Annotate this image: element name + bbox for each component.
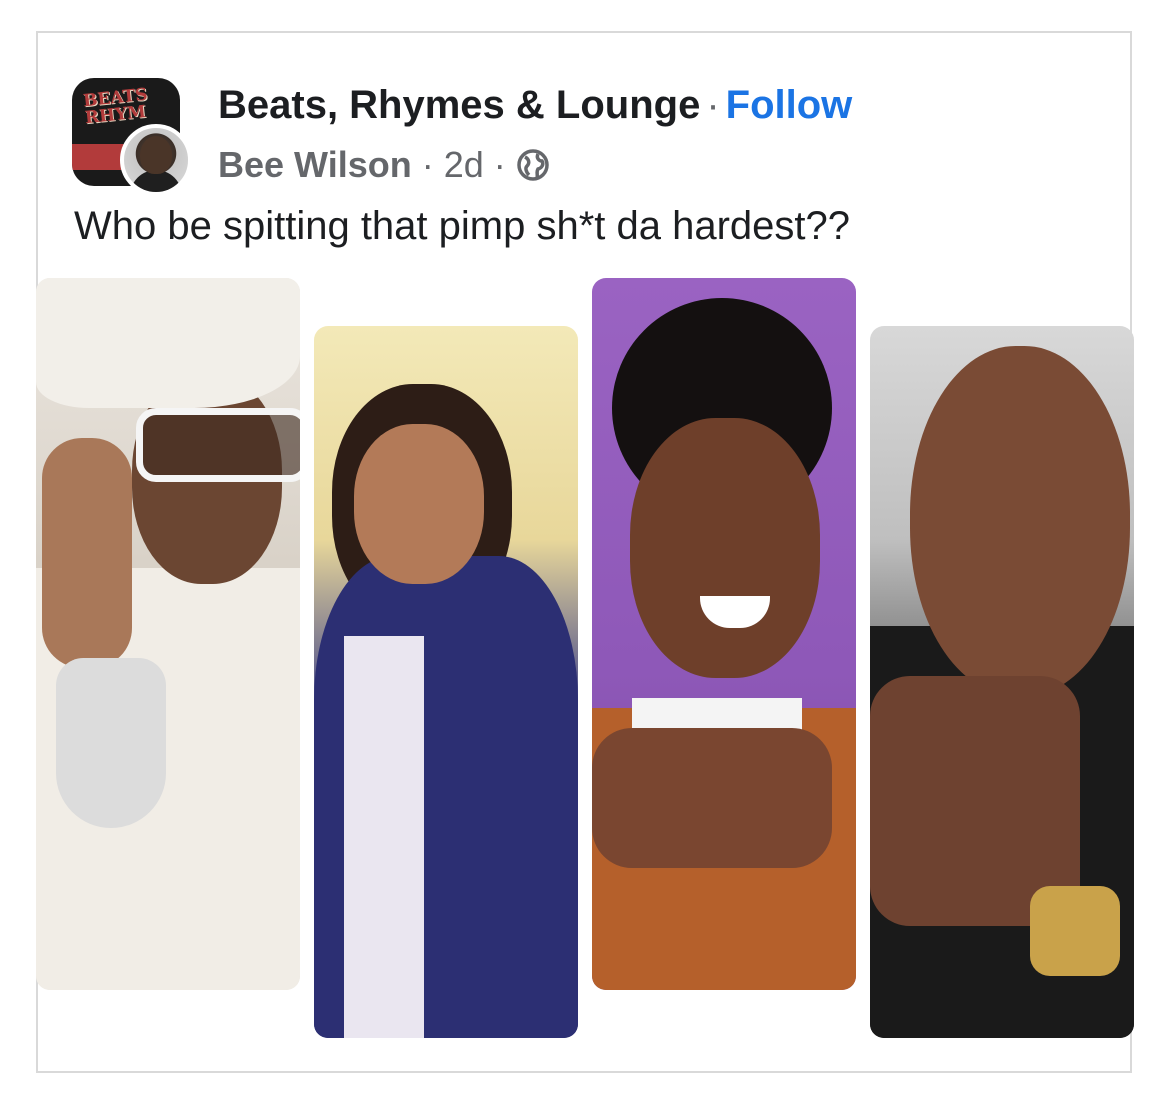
photo-1-glasses — [136, 408, 300, 482]
globe-icon — [516, 148, 550, 182]
photo-4-head — [910, 346, 1130, 696]
post-timestamp[interactable]: 2d — [444, 144, 484, 186]
avatar-face — [140, 136, 172, 174]
photo-1-hat — [36, 278, 300, 408]
photo-2-face — [354, 424, 484, 584]
page-name-link[interactable]: Beats, Rhymes & Lounge — [218, 83, 700, 127]
header-separator: · — [706, 83, 720, 127]
post-text: Who be spitting that pimp sh*t da hardes… — [74, 204, 851, 248]
photo-3[interactable] — [592, 278, 856, 990]
meta-separator-2: · — [493, 144, 506, 185]
photo-1-chain — [56, 658, 166, 828]
photo-4-watch — [1030, 886, 1120, 976]
photo-3-face — [630, 418, 820, 678]
photo-1-hand — [42, 438, 132, 668]
photo-1[interactable] — [36, 278, 300, 990]
follow-button[interactable]: Follow — [726, 83, 853, 127]
author-name-link[interactable]: Bee Wilson — [218, 144, 412, 186]
photo-4[interactable] — [870, 326, 1134, 1038]
group-logo-text: BEATS RHYM — [82, 85, 150, 129]
post-meta: Bee Wilson · 2d · — [218, 144, 550, 186]
meta-separator-1: · — [421, 144, 434, 185]
logo-line-2: RHYM — [83, 101, 147, 129]
author-avatar[interactable] — [120, 124, 192, 196]
photo-2-shirt — [344, 636, 424, 1038]
post-header: Beats, Rhymes & Lounge · Follow — [218, 82, 852, 128]
photo-3-hands — [592, 728, 832, 868]
photo-2[interactable] — [314, 326, 578, 1038]
